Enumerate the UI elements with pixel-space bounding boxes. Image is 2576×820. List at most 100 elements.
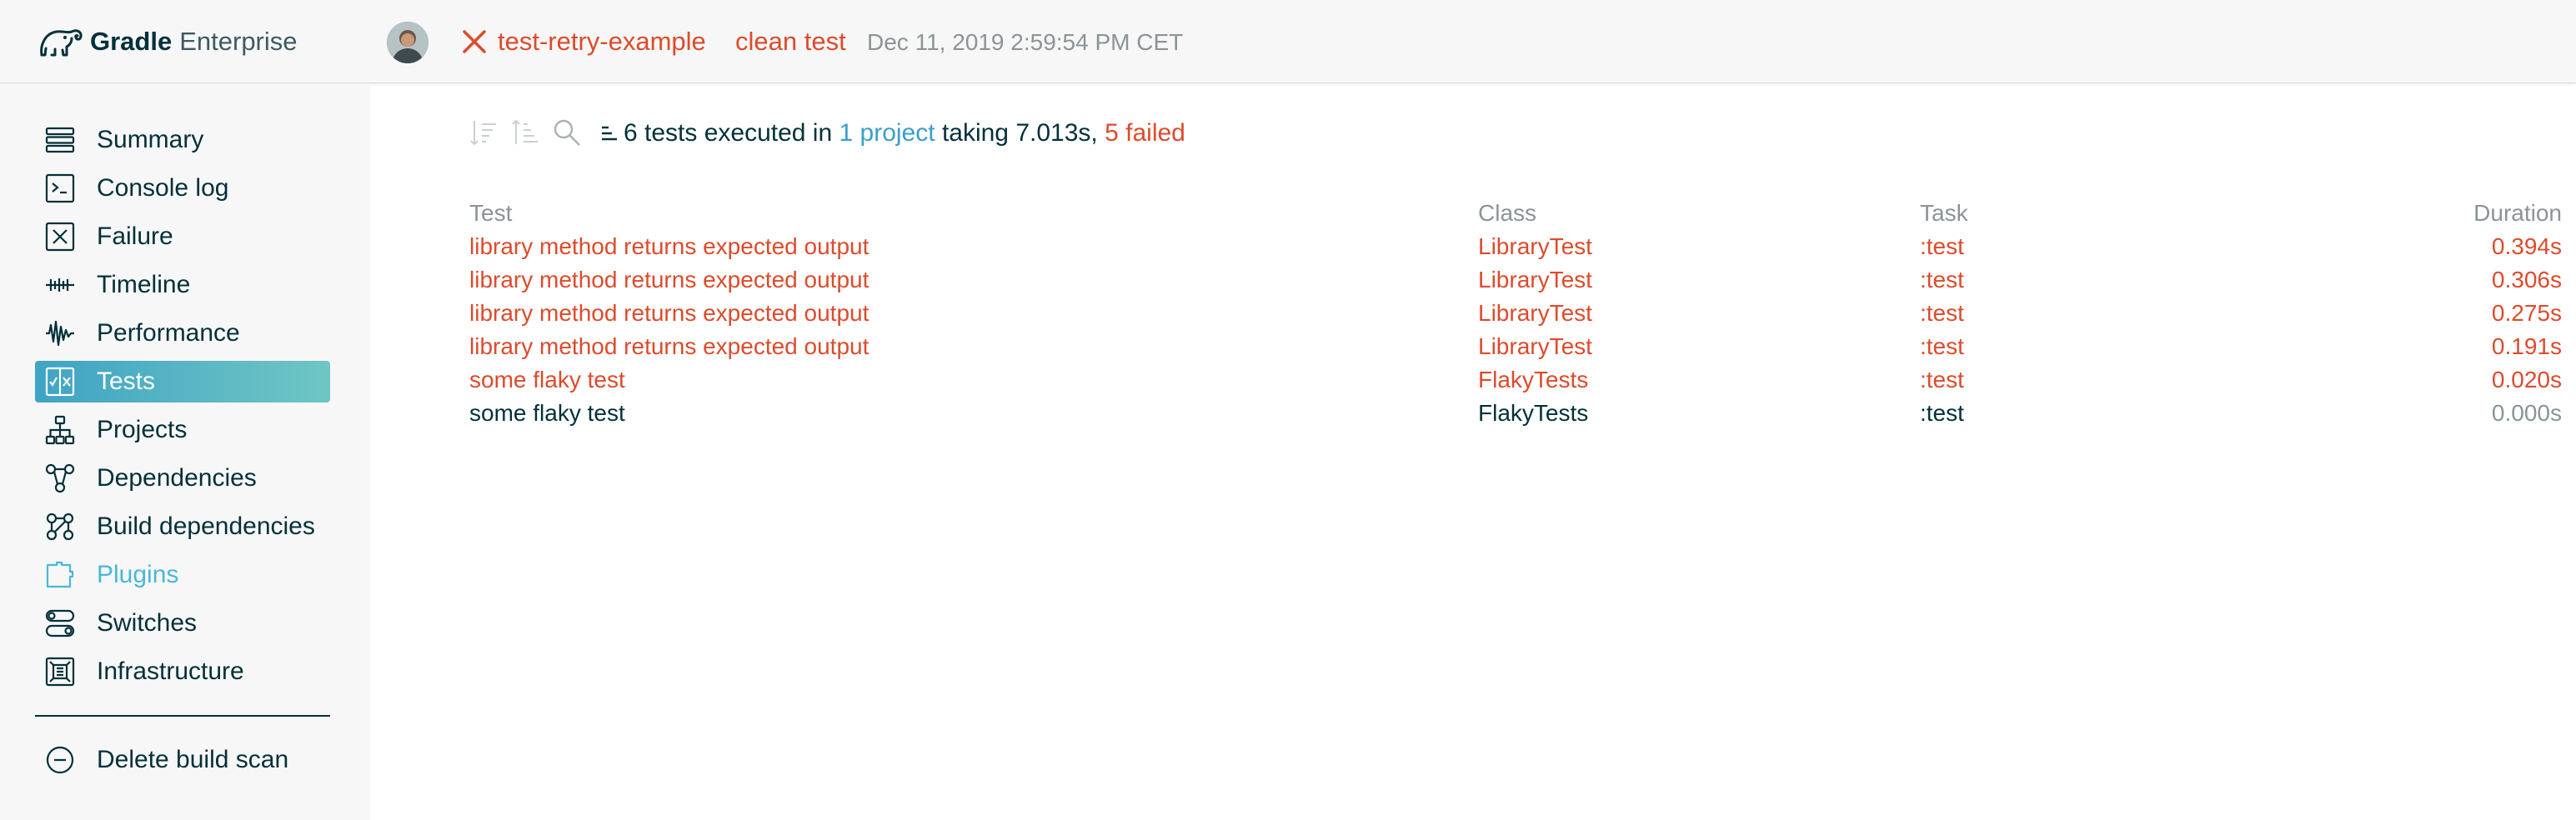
- taking-text: taking: [941, 119, 1009, 147]
- test-task[interactable]: :test: [1920, 297, 1964, 330]
- infrastructure-icon: [45, 657, 75, 687]
- build-timestamp: Dec 11, 2019 2:59:54 PM CET: [867, 29, 1184, 55]
- sidebar-item-dependencies[interactable]: Dependencies: [35, 458, 330, 499]
- console-icon: [45, 173, 75, 203]
- build-failed-icon: [463, 30, 486, 53]
- table-row[interactable]: library method returns expected output L…: [469, 263, 2562, 297]
- test-name[interactable]: some flaky test: [469, 363, 625, 397]
- sidebar-item-label: Summary: [97, 126, 204, 153]
- table-row[interactable]: library method returns expected output L…: [469, 297, 2562, 330]
- sidebar-item-label: Tests: [97, 368, 156, 395]
- column-header-test[interactable]: Test: [469, 197, 512, 230]
- plugins-icon: [45, 560, 75, 590]
- test-duration: 0.306s: [2491, 267, 2562, 292]
- sidebar-item-failure[interactable]: Failure: [35, 216, 330, 258]
- requested-tasks: clean test: [735, 27, 846, 56]
- sidebar-item-label: Switches: [97, 609, 198, 637]
- test-duration: 0.394s: [2491, 233, 2562, 259]
- table-row[interactable]: some flaky test FlakyTests :test 0.020s: [469, 363, 2562, 397]
- performance-icon: [45, 318, 75, 348]
- summary-icon: [45, 125, 75, 155]
- sidebar-item-label: Dependencies: [97, 464, 257, 492]
- test-name[interactable]: library method returns expected output: [469, 230, 869, 263]
- sidebar-divider: [35, 715, 330, 717]
- sidebar-item-projects[interactable]: Projects: [35, 409, 330, 451]
- sidebar: Summary Console log Failure Timeline Per…: [0, 84, 370, 820]
- failure-icon: [45, 222, 75, 252]
- sidebar-item-plugins[interactable]: Plugins: [35, 554, 330, 596]
- list-summary-icon: [602, 126, 617, 141]
- logo-text-enterprise: Enterprise: [179, 27, 298, 56]
- test-class[interactable]: LibraryTest: [1478, 230, 1592, 263]
- total-duration: 7.013s,: [1015, 119, 1098, 147]
- test-task[interactable]: :test: [1920, 397, 1964, 430]
- sidebar-item-performance[interactable]: Performance: [35, 312, 330, 354]
- column-header-duration[interactable]: Duration: [2473, 197, 2562, 230]
- dependencies-icon: [45, 463, 75, 493]
- test-name[interactable]: library method returns expected output: [469, 330, 869, 363]
- sidebar-item-console-log[interactable]: Console log: [35, 168, 330, 209]
- minus-circle-icon: [45, 745, 75, 775]
- sidebar-item-summary[interactable]: Summary: [35, 119, 330, 161]
- column-header-class[interactable]: Class: [1478, 197, 1536, 230]
- failed-count[interactable]: 5 failed: [1105, 115, 1185, 152]
- sidebar-item-build-dependencies[interactable]: Build dependencies: [35, 506, 330, 548]
- executed-in-text: executed in: [704, 119, 833, 147]
- gradle-enterprise-logo[interactable]: Gradle Enterprise: [35, 20, 298, 63]
- tests-toolbar: [467, 113, 592, 152]
- test-class[interactable]: LibraryTest: [1478, 330, 1592, 363]
- sidebar-item-tests[interactable]: Tests: [35, 361, 330, 402]
- switches-icon: [45, 608, 75, 638]
- project-name-link[interactable]: test-retry-example: [498, 25, 706, 58]
- table-header-row: Test Class Task Duration: [469, 197, 2562, 230]
- test-name[interactable]: library method returns expected output: [469, 297, 869, 330]
- sidebar-item-label: Infrastructure: [97, 658, 244, 685]
- test-class[interactable]: FlakyTests: [1478, 397, 1588, 430]
- user-avatar[interactable]: [387, 22, 428, 63]
- test-duration: 0.020s: [2491, 367, 2562, 392]
- sidebar-item-label: Timeline: [97, 271, 191, 298]
- test-task[interactable]: :test: [1920, 363, 1964, 397]
- test-task[interactable]: :test: [1920, 230, 1964, 263]
- test-count: 6 tests: [624, 119, 698, 147]
- tests-icon: [45, 367, 75, 397]
- test-summary: 6 tests executed in 1 project taking 7.0…: [600, 115, 1185, 152]
- projects-icon: [45, 415, 75, 445]
- sidebar-item-switches[interactable]: Switches: [35, 602, 330, 644]
- sidebar-item-label: Projects: [97, 416, 188, 443]
- build-dependencies-icon: [45, 512, 75, 542]
- sidebar-item-label: Performance: [97, 319, 240, 347]
- test-duration: 0.191s: [2491, 333, 2562, 359]
- test-duration: 0.275s: [2491, 300, 2562, 326]
- test-class[interactable]: LibraryTest: [1478, 297, 1592, 330]
- top-header: Gradle Enterprise test-retry-example cle…: [0, 0, 2576, 83]
- delete-build-scan-label: Delete build scan: [97, 746, 289, 773]
- sort-descending-icon[interactable]: [467, 116, 500, 149]
- test-task[interactable]: :test: [1920, 263, 1964, 297]
- test-task[interactable]: :test: [1920, 330, 1964, 363]
- sidebar-item-label: Build dependencies: [97, 512, 315, 540]
- sidebar-item-label: Console log: [97, 174, 229, 202]
- logo-text-gradle: Gradle: [90, 27, 173, 56]
- sidebar-item-timeline[interactable]: Timeline: [35, 264, 330, 306]
- column-header-task[interactable]: Task: [1920, 197, 1968, 230]
- tests-table: Test Class Task Duration library method …: [469, 197, 2562, 430]
- test-name[interactable]: some flaky test: [469, 397, 625, 430]
- timeline-icon: [45, 270, 75, 300]
- delete-build-scan-button[interactable]: Delete build scan: [35, 739, 330, 781]
- sidebar-item-label: Plugins: [97, 561, 179, 588]
- sidebar-item-infrastructure[interactable]: Infrastructure: [35, 651, 330, 692]
- avatar-image: [387, 22, 428, 63]
- table-row[interactable]: some flaky test FlakyTests :test 0.000s: [469, 397, 2562, 430]
- table-row[interactable]: library method returns expected output L…: [469, 330, 2562, 363]
- elephant-logo-icon: [40, 29, 83, 57]
- project-count-link[interactable]: 1 project: [839, 115, 935, 152]
- table-row[interactable]: library method returns expected output L…: [469, 230, 2562, 263]
- test-duration: 0.000s: [2491, 400, 2562, 426]
- test-name[interactable]: library method returns expected output: [469, 263, 869, 297]
- sidebar-item-label: Failure: [97, 222, 173, 250]
- test-class[interactable]: LibraryTest: [1478, 263, 1592, 297]
- test-class[interactable]: FlakyTests: [1478, 363, 1588, 397]
- search-icon[interactable]: [550, 116, 584, 149]
- sort-ascending-icon[interactable]: [509, 116, 542, 149]
